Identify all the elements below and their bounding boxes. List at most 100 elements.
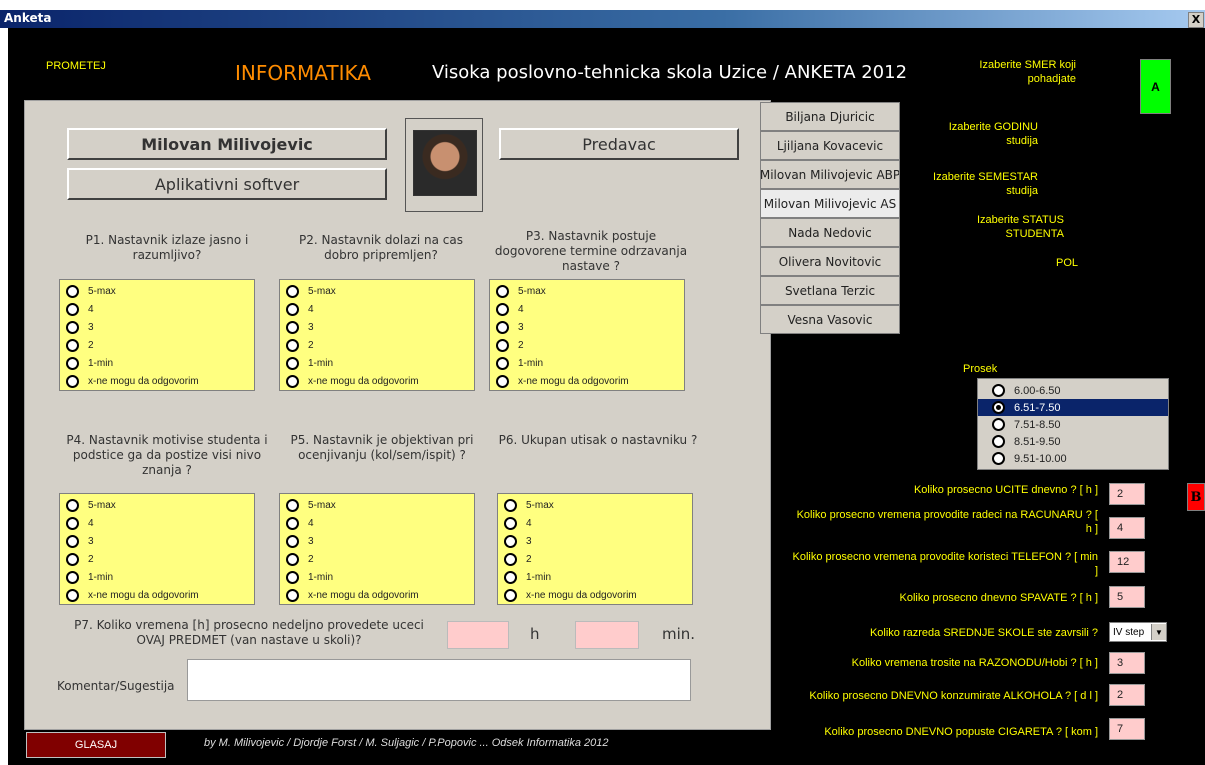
radio-button-icon[interactable] <box>66 302 79 316</box>
teacher-tab[interactable]: Ljiljana Kovacevic <box>760 131 900 160</box>
radio-button-icon[interactable] <box>286 356 299 370</box>
rating-option[interactable]: 3 <box>280 532 474 550</box>
prosek-option[interactable]: 8.51-9.50 <box>978 433 1168 450</box>
radio-button-icon[interactable] <box>286 516 299 530</box>
rating-option[interactable]: 4 <box>60 300 254 318</box>
numeric-input[interactable]: 12 <box>1109 551 1145 573</box>
radio-button-icon[interactable] <box>504 516 517 530</box>
rating-option[interactable]: 1-min <box>280 568 474 586</box>
radio-button-icon[interactable] <box>66 552 79 566</box>
numeric-input[interactable]: 5 <box>1109 586 1145 608</box>
rating-option[interactable]: 5-max <box>280 282 474 300</box>
rating-option[interactable]: 1-min <box>60 568 254 586</box>
rating-option[interactable]: 2 <box>280 550 474 568</box>
radio-button-icon[interactable] <box>66 356 79 370</box>
radio-button-icon[interactable] <box>286 338 299 352</box>
radio-button-icon[interactable] <box>66 498 79 512</box>
rating-option[interactable]: 2 <box>60 336 254 354</box>
numeric-input[interactable]: 4 <box>1109 517 1145 539</box>
rating-option[interactable]: 5-max <box>280 496 474 514</box>
radio-button-icon[interactable] <box>286 498 299 512</box>
radio-button-icon[interactable] <box>496 356 509 370</box>
school-grade-select[interactable]: IV step ▼ <box>1109 622 1167 642</box>
rating-option[interactable]: 3 <box>60 318 254 336</box>
radio-button-icon[interactable] <box>66 588 79 602</box>
rating-option[interactable]: x-ne mogu da odgovorim <box>60 586 254 604</box>
close-button[interactable]: X <box>1188 12 1204 28</box>
rating-option[interactable]: 1-min <box>280 354 474 372</box>
radio-button-icon[interactable] <box>504 552 517 566</box>
prosek-option[interactable]: 9.51-10.00 <box>978 450 1168 467</box>
radio-button-icon[interactable] <box>286 320 299 334</box>
teacher-tab[interactable]: Milovan Milivojevic ABP <box>760 160 900 189</box>
rating-option[interactable]: 1-min <box>498 568 692 586</box>
smer-button[interactable]: A <box>1140 59 1171 114</box>
rating-option[interactable]: 2 <box>498 550 692 568</box>
radio-button-icon[interactable] <box>286 570 299 584</box>
teacher-name-button[interactable]: Milovan Milivojevic <box>67 128 387 160</box>
teacher-tab[interactable]: Olivera Novitovic <box>760 247 900 276</box>
radio-button-icon[interactable] <box>66 516 79 530</box>
rating-option[interactable]: x-ne mogu da odgovorim <box>60 372 254 390</box>
rating-option[interactable]: 1-min <box>490 354 684 372</box>
b-button[interactable]: B <box>1187 483 1205 511</box>
rating-option[interactable]: 4 <box>280 514 474 532</box>
radio-button-icon[interactable] <box>286 588 299 602</box>
chevron-down-icon[interactable]: ▼ <box>1151 624 1166 640</box>
radio-button-icon[interactable] <box>66 320 79 334</box>
radio-button-icon[interactable] <box>992 435 1005 448</box>
rating-option[interactable]: 1-min <box>60 354 254 372</box>
subject-button[interactable]: Aplikativni softver <box>67 168 387 200</box>
radio-button-icon[interactable] <box>504 588 517 602</box>
rating-option[interactable]: x-ne mogu da odgovorim <box>280 372 474 390</box>
radio-button-icon[interactable] <box>286 302 299 316</box>
rating-option[interactable]: 4 <box>60 514 254 532</box>
rating-option[interactable]: 5-max <box>490 282 684 300</box>
radio-button-icon[interactable] <box>496 302 509 316</box>
teacher-tab[interactable]: Milovan Milivojevic AS <box>760 189 900 218</box>
radio-button-icon[interactable] <box>66 570 79 584</box>
prosek-option[interactable]: 6.51-7.50 <box>978 399 1168 416</box>
rating-option[interactable]: x-ne mogu da odgovorim <box>280 586 474 604</box>
radio-button-icon[interactable] <box>286 552 299 566</box>
rating-option[interactable]: 5-max <box>60 282 254 300</box>
radio-button-icon[interactable] <box>992 418 1005 431</box>
radio-button-icon[interactable] <box>992 452 1005 465</box>
numeric-input[interactable]: 3 <box>1109 652 1145 674</box>
radio-button-icon[interactable] <box>286 284 299 298</box>
radio-button-icon[interactable] <box>504 570 517 584</box>
radio-button-icon[interactable] <box>66 338 79 352</box>
rating-option[interactable]: 3 <box>490 318 684 336</box>
teacher-tab[interactable]: Vesna Vasovic <box>760 305 900 334</box>
prosek-option[interactable]: 7.51-8.50 <box>978 416 1168 433</box>
rating-option[interactable]: 5-max <box>60 496 254 514</box>
prosek-option[interactable]: 6.00-6.50 <box>978 382 1168 399</box>
rating-option[interactable]: 3 <box>280 318 474 336</box>
teacher-tab[interactable]: Svetlana Terzic <box>760 276 900 305</box>
rating-option[interactable]: 4 <box>498 514 692 532</box>
radio-button-icon[interactable] <box>286 374 299 388</box>
p7-hours-input[interactable] <box>447 621 509 649</box>
rating-option[interactable]: 3 <box>60 532 254 550</box>
radio-button-icon[interactable] <box>496 374 509 388</box>
radio-button-icon[interactable] <box>504 498 517 512</box>
rating-option[interactable]: 2 <box>490 336 684 354</box>
rating-option[interactable]: x-ne mogu da odgovorim <box>498 586 692 604</box>
radio-button-icon[interactable] <box>66 284 79 298</box>
p7-minutes-input[interactable] <box>575 621 639 649</box>
teacher-tab[interactable]: Nada Nedovic <box>760 218 900 247</box>
rating-option[interactable]: x-ne mogu da odgovorim <box>490 372 684 390</box>
comment-input[interactable] <box>187 659 691 701</box>
radio-button-icon[interactable] <box>504 534 517 548</box>
radio-button-icon[interactable] <box>286 534 299 548</box>
rating-option[interactable]: 2 <box>280 336 474 354</box>
radio-button-icon[interactable] <box>66 534 79 548</box>
radio-button-icon[interactable] <box>992 384 1005 397</box>
radio-button-icon[interactable] <box>496 320 509 334</box>
vote-button[interactable]: GLASAJ <box>26 732 166 758</box>
numeric-input[interactable]: 2 <box>1109 684 1145 706</box>
radio-button-icon[interactable] <box>496 338 509 352</box>
rating-option[interactable]: 3 <box>498 532 692 550</box>
rating-option[interactable]: 2 <box>60 550 254 568</box>
numeric-input[interactable]: 2 <box>1109 483 1145 505</box>
